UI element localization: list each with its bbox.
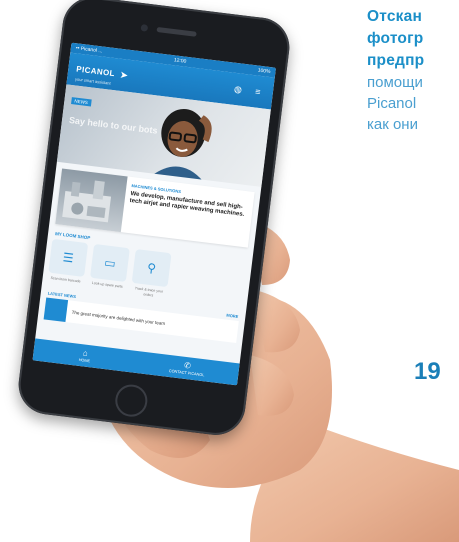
clock-label: 12:00 xyxy=(173,57,187,65)
tile-label: Look up spare parts xyxy=(91,280,123,289)
phone-icon: ✆ xyxy=(183,360,192,371)
news-tag: NEWS xyxy=(71,97,92,107)
barcode-icon: ☰ xyxy=(48,238,89,277)
track-icon: ⚲ xyxy=(131,249,172,288)
article-line: фотогр xyxy=(367,30,424,47)
home-button[interactable] xyxy=(113,382,150,419)
article-snippet: Отскан фотогр предпр помощи Picanol как … xyxy=(367,6,459,135)
news-more-link[interactable]: MORE xyxy=(226,313,239,319)
news-item-text: The great majority are delighted with yo… xyxy=(71,309,166,326)
battery-label: 100% xyxy=(257,67,271,76)
news-thumbnail xyxy=(43,297,69,322)
globe-icon[interactable]: ◍ xyxy=(230,81,246,97)
tile-track-orders[interactable]: ⚲ Track & trace your orders xyxy=(130,249,172,299)
article-line: Отскан xyxy=(367,8,423,25)
app-logo[interactable]: PICANOL your smart assistant xyxy=(75,58,116,86)
earpiece-speaker xyxy=(156,26,197,37)
tile-label: Scan loom barcode xyxy=(50,275,81,284)
menu-icon[interactable]: ≡ xyxy=(250,84,266,100)
person-photo xyxy=(151,108,212,182)
paper-plane-icon: ➤ xyxy=(119,69,129,82)
tab-home[interactable]: ⌂ HOME xyxy=(33,338,138,372)
tile-scan-barcode[interactable]: ☰ Scan loom barcode xyxy=(47,238,89,289)
app-screen: •• Picanol ... 12:00 100% PICANOL your s… xyxy=(32,42,276,386)
machine-illustration xyxy=(62,180,112,223)
page-number: 19 xyxy=(414,358,441,385)
home-icon: ⌂ xyxy=(82,347,89,358)
article-line: помощи xyxy=(367,74,423,91)
tab-label: HOME xyxy=(78,357,91,363)
app-title: PICANOL xyxy=(75,63,116,78)
front-camera xyxy=(140,24,149,32)
bottom-navigation: ⌂ HOME ✆ CONTACT PICANOL xyxy=(32,338,240,386)
article-line: как они xyxy=(367,116,418,133)
tab-label: CONTACT PICANOL xyxy=(168,368,205,377)
tab-contact[interactable]: ✆ CONTACT PICANOL xyxy=(135,351,240,385)
spare-part-icon: ▭ xyxy=(90,243,130,283)
article-line: Picanol xyxy=(367,95,417,112)
tile-spare-parts[interactable]: ▭ Look up spare parts xyxy=(89,243,130,294)
machine-image xyxy=(55,168,128,233)
article-line: предпр xyxy=(367,52,425,69)
